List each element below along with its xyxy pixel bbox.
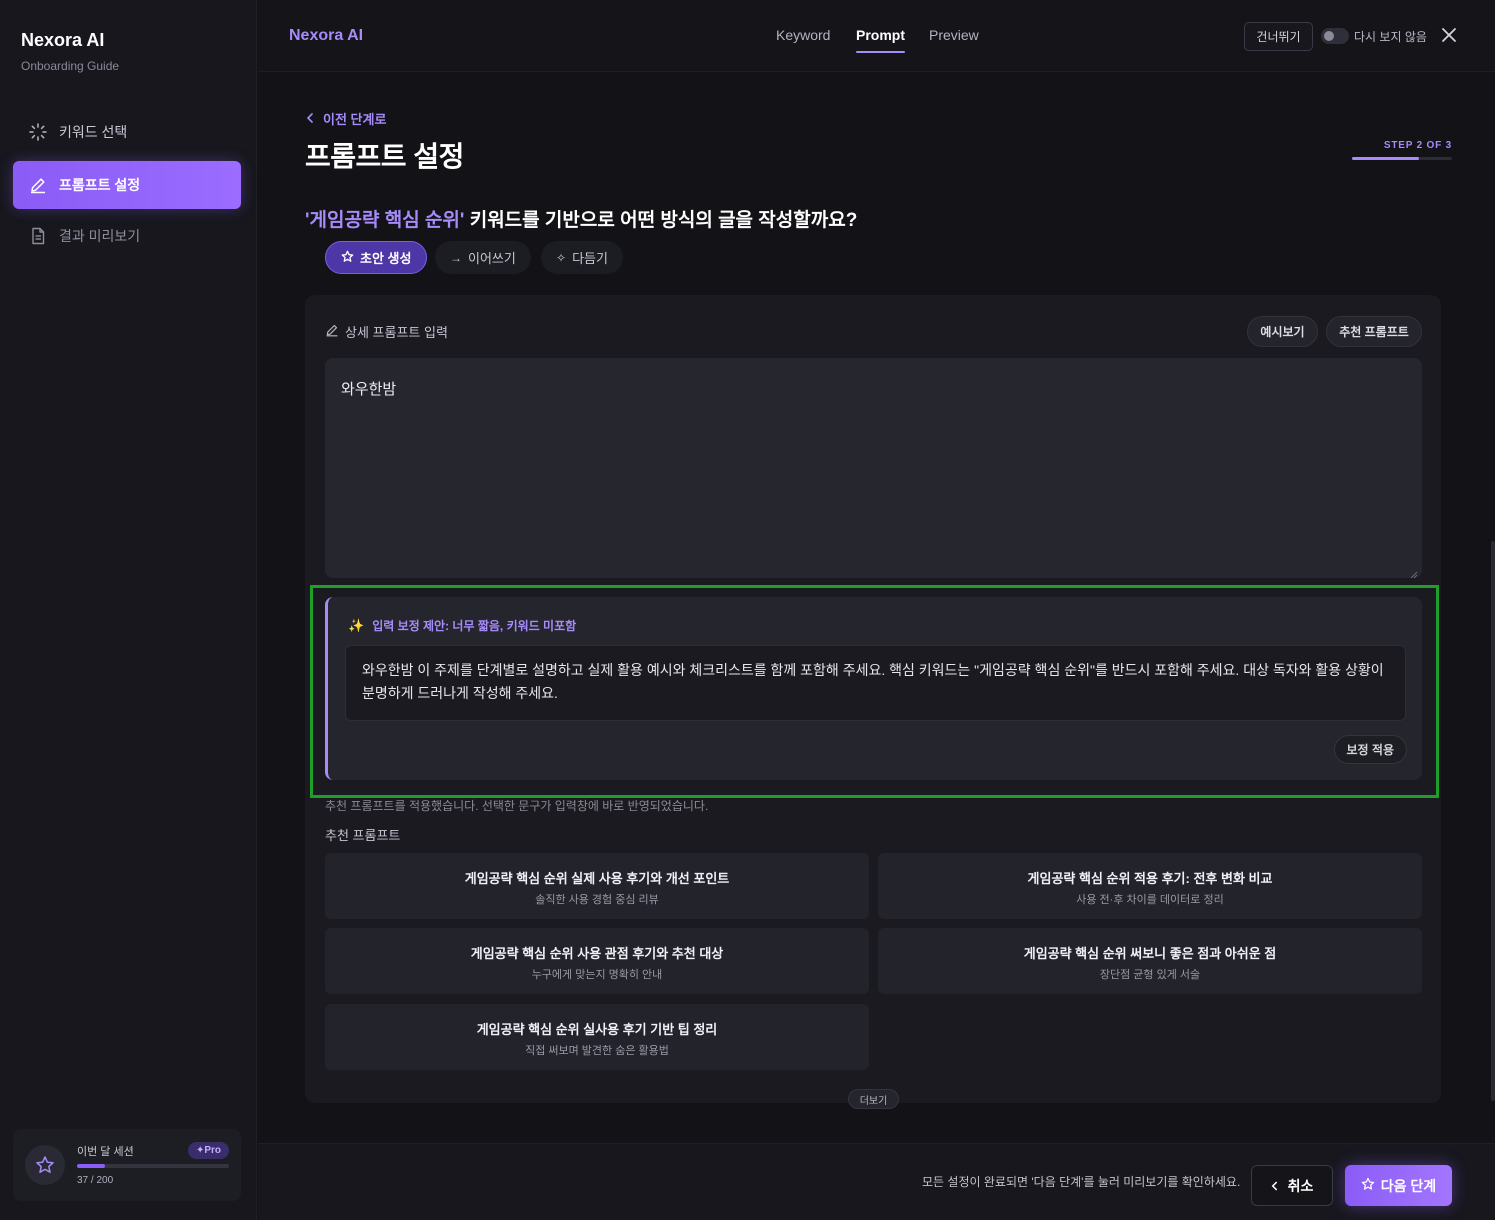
sidebar-item-preview[interactable]: 결과 미리보기 — [13, 212, 241, 260]
star-icon — [1361, 1177, 1375, 1194]
recommendation-card[interactable]: 게임공략 핵심 순위 실사용 후기 기반 팁 정리 직접 써보며 발견한 숨은 … — [325, 1004, 869, 1070]
recommendation-title: 게임공략 핵심 순위 사용 관점 후기와 추천 대상 — [470, 946, 724, 961]
prompt-question: '게임공략 핵심 순위' 키워드를 기반으로 어떤 방식의 글을 작성할까요? — [305, 205, 857, 232]
pencil-icon — [28, 175, 48, 195]
close-icon[interactable] — [1440, 26, 1458, 44]
prompt-panel: 상세 프롬프트 입력 예시보기 추천 프롬프트 와우한밤 ✨ 입력 보정 제안:… — [305, 295, 1441, 1109]
document-icon — [28, 226, 48, 246]
prompt-textarea-value: 와우한밤 — [341, 381, 397, 398]
recommendation-card[interactable]: 게임공략 핵심 순위 적용 후기: 전후 변화 비교 사용 전·후 차이를 데이… — [878, 853, 1422, 919]
toggle-knob — [1324, 31, 1334, 41]
sidebar-item-label: 키워드 선택 — [59, 124, 128, 140]
recommend-prompt-button[interactable]: 추천 프롬프트 — [1326, 316, 1422, 347]
sidebar-item-keyword[interactable]: 키워드 선택 — [13, 108, 241, 156]
footer-bar: 모든 설정이 완료되면 '다음 단계'를 눌러 미리보기를 확인하세요. 취소 … — [258, 1143, 1495, 1220]
session-progress-bar — [77, 1164, 229, 1168]
sidebar-item-label: 프롬프트 설정 — [59, 177, 141, 193]
dont-show-label: 다시 보지 않음 — [1354, 30, 1427, 44]
top-bar: Nexora AI Keyword Prompt Preview 건너뛰기 다시… — [258, 0, 1495, 72]
arrow-right-icon: → — [450, 250, 462, 265]
step-progress-bar — [1352, 157, 1452, 160]
prompt-input-label: 상세 프롬프트 입력 — [325, 322, 448, 341]
resize-handle-icon[interactable] — [1410, 566, 1418, 579]
loader-icon — [28, 122, 48, 142]
suggestion-box: ✨ 입력 보정 제안: 너무 짧음, 키워드 미포함 와우한밤 이 주제를 단계… — [325, 597, 1422, 780]
tab-preview[interactable]: Preview — [929, 27, 979, 43]
example-button[interactable]: 예시보기 — [1247, 316, 1318, 347]
mode-selector: 초안 생성 → 이어쓰기 ✧ 다듬기 — [305, 241, 1441, 281]
step-indicator: STEP 2 OF 3 — [1383, 140, 1452, 151]
back-link-label: 이전 단계로 — [323, 112, 387, 127]
top-brand: Nexora AI — [289, 27, 364, 44]
mode-label: 초안 생성 — [360, 251, 412, 266]
chevron-left-icon — [1271, 1178, 1278, 1194]
suggestion-text: 와우한밤 이 주제를 단계별로 설명하고 실제 활용 예시와 체크리스트를 함께… — [345, 645, 1406, 721]
star-icon — [25, 1145, 65, 1185]
recommendation-heading: 추천 프롬프트 — [325, 828, 401, 843]
recommendation-card[interactable]: 게임공략 핵심 순위 써보니 좋은 점과 아쉬운 점 장단점 균형 있게 서술 — [878, 928, 1422, 994]
sidebar-item-label: 결과 미리보기 — [59, 228, 141, 244]
footer-message: 모든 설정이 완료되면 '다음 단계'를 눌러 미리보기를 확인하세요. — [922, 1175, 1241, 1189]
applied-message: 추천 프롬프트를 적용했습니다. 선택한 문구가 입력창에 바로 반영되었습니다… — [325, 799, 709, 813]
session-label: 이번 달 세션 — [77, 1146, 134, 1158]
suggestion-title-text: 입력 보정 제안: 너무 짧음, 키워드 미포함 — [372, 619, 577, 633]
apply-suggestion-button[interactable]: 보정 적용 — [1333, 735, 1407, 764]
sidebar: Nexora AI Onboarding Guide 키워드 선택 프롬프트 설… — [0, 0, 257, 1220]
step-progress-fill — [1352, 157, 1419, 160]
sidebar-item-prompt[interactable]: 프롬프트 설정 — [13, 161, 241, 209]
prompt-textarea[interactable]: 와우한밤 — [325, 358, 1422, 579]
recommendation-title: 게임공략 핵심 순위 실사용 후기 기반 팁 정리 — [476, 1022, 718, 1037]
tab-prompt[interactable]: Prompt — [856, 27, 905, 53]
prompt-input-label-text: 상세 프롬프트 입력 — [345, 325, 448, 340]
mode-draft-button[interactable]: 초안 생성 — [325, 241, 428, 274]
recommendation-card[interactable]: 게임공략 핵심 순위 사용 관점 후기와 추천 대상 누구에게 맞는지 명확히 … — [325, 928, 869, 994]
page-title: 프롬프트 설정 — [305, 141, 464, 172]
recommendation-title: 게임공략 핵심 순위 써보니 좋은 점과 아쉬운 점 — [1023, 946, 1277, 961]
star-icon — [341, 250, 354, 266]
recommendation-title: 게임공략 핵심 순위 실제 사용 후기와 개선 포인트 — [464, 871, 730, 886]
recommendation-subtitle: 직접 써보며 발견한 숨은 활용법 — [525, 1045, 669, 1057]
cancel-label: 취소 — [1287, 1177, 1314, 1194]
sidebar-brand: Nexora AI — [21, 30, 105, 50]
sidebar-subtitle: Onboarding Guide — [21, 59, 120, 73]
tab-keyword[interactable]: Keyword — [776, 27, 830, 43]
recommendation-subtitle: 장단점 균형 있게 서술 — [1099, 969, 1201, 981]
pro-badge: ✦Pro — [187, 1142, 229, 1159]
recommendation-title: 게임공략 핵심 순위 적용 후기: 전후 변화 비교 — [1027, 871, 1273, 886]
recommendation-card[interactable]: 게임공략 핵심 순위 실제 사용 후기와 개선 포인트 솔직한 사용 경험 중심… — [325, 853, 869, 919]
recommendation-subtitle: 솔직한 사용 경험 중심 리뷰 — [535, 894, 659, 906]
mode-continue-button[interactable]: → 이어쓰기 — [435, 241, 531, 274]
suggestion-title: ✨ 입력 보정 제안: 너무 짧음, 키워드 미포함 — [348, 617, 576, 634]
back-link[interactable]: 이전 단계로 — [306, 109, 386, 128]
scrollbar[interactable] — [1491, 541, 1495, 1101]
question-keyword: '게임공략 핵심 순위' — [305, 210, 465, 231]
session-count: 37 / 200 — [77, 1175, 114, 1186]
mode-refine-button[interactable]: ✧ 다듬기 — [541, 241, 623, 274]
next-step-label: 다음 단계 — [1380, 1177, 1437, 1194]
chevron-left-icon — [306, 111, 314, 126]
cancel-button[interactable]: 취소 — [1251, 1165, 1333, 1206]
sparkle-icon: ✧ — [556, 250, 567, 265]
session-progress-fill — [77, 1164, 106, 1168]
recommendation-subtitle: 누구에게 맞는지 명확히 안내 — [531, 969, 663, 981]
mode-label: 이어쓰기 — [468, 251, 516, 266]
pencil-icon — [325, 323, 339, 340]
recommendation-subtitle: 사용 전·후 차이를 데이터로 정리 — [1076, 894, 1224, 906]
dont-show-toggle[interactable] — [1321, 28, 1349, 44]
main-content: 이전 단계로 프롬프트 설정 STEP 2 OF 3 '게임공략 핵심 순위' … — [258, 73, 1495, 1143]
sparkles-icon: ✨ — [348, 617, 365, 633]
question-text: 키워드를 기반으로 어떤 방식의 글을 작성할까요? — [464, 210, 858, 231]
more-button[interactable]: 더보기 — [848, 1089, 899, 1109]
session-usage-card: 이번 달 세션 ✦Pro 37 / 200 — [13, 1129, 241, 1201]
skip-button[interactable]: 건너뛰기 — [1244, 22, 1313, 51]
mode-label: 다듬기 — [572, 251, 608, 266]
next-step-button[interactable]: 다음 단계 — [1345, 1165, 1452, 1206]
